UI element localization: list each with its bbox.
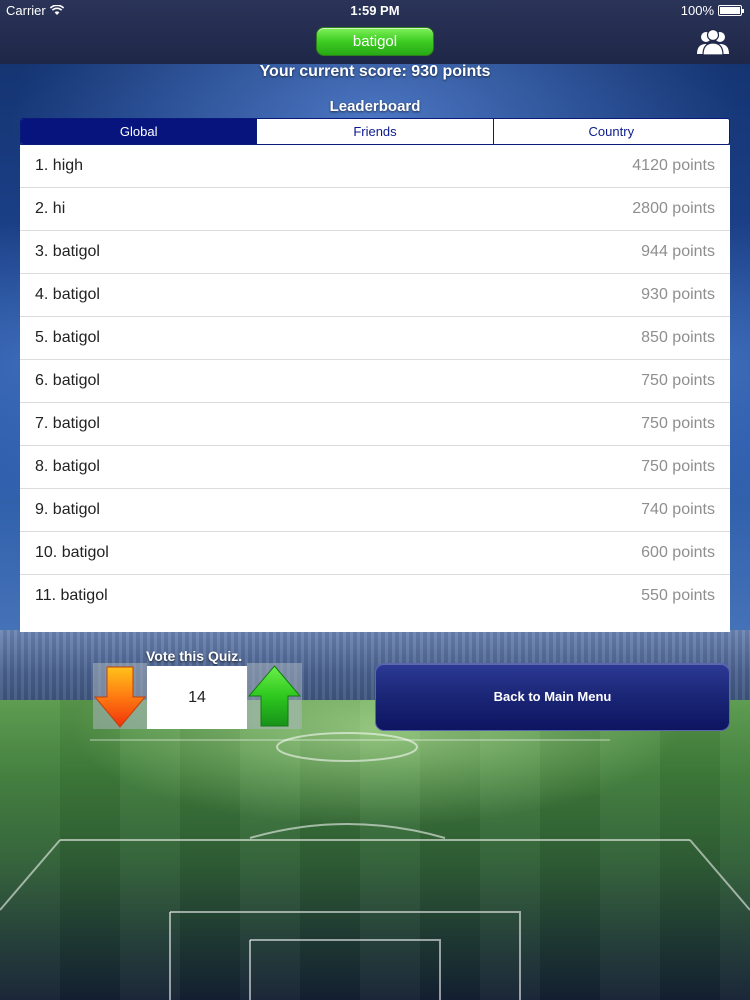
back-to-main-menu-button[interactable]: Back to Main Menu <box>375 663 730 731</box>
player-points: 850 points <box>641 329 715 346</box>
player-name: 5. batigol <box>35 329 100 346</box>
table-row: 6. batigol 750 points <box>20 360 730 403</box>
username-button[interactable]: batigol <box>316 27 434 56</box>
player-points: 740 points <box>641 501 715 518</box>
player-points: 750 points <box>641 372 715 389</box>
friends-icon[interactable] <box>696 28 730 56</box>
player-name: 4. batigol <box>35 286 100 303</box>
player-name: 6. batigol <box>35 372 100 389</box>
table-row: 3. batigol 944 points <box>20 231 730 274</box>
player-points: 2800 points <box>632 200 715 217</box>
player-points: 4120 points <box>632 157 715 174</box>
table-row: 4. batigol 930 points <box>20 274 730 317</box>
player-points: 600 points <box>641 544 715 561</box>
navigation-bar: Carrier 1:59 PM 100% batigol <box>0 0 750 64</box>
table-row: 9. batigol 740 points <box>20 489 730 532</box>
current-score: Your current score: 930 points <box>259 63 491 80</box>
table-row: 5. batigol 850 points <box>20 317 730 360</box>
arrow-down-icon <box>93 666 147 728</box>
vote-label: Vote this Quiz. <box>146 648 243 664</box>
player-name: 10. batigol <box>35 544 109 561</box>
status-time: 1:59 PM <box>350 3 400 18</box>
table-row: 10. batigol 600 points <box>20 532 730 575</box>
tab-global[interactable]: Global <box>21 119 258 144</box>
battery-percent: 100% <box>680 3 714 18</box>
leaderboard-title: Leaderboard <box>329 98 421 115</box>
battery-icon <box>718 5 744 16</box>
vote-count: 14 <box>147 666 247 729</box>
table-row: 8. batigol 750 points <box>20 446 730 489</box>
player-name: 3. batigol <box>35 243 100 260</box>
player-name: 1. high <box>35 157 84 174</box>
battery-indicator: 100% <box>680 3 744 18</box>
arrow-up-icon <box>247 665 302 727</box>
table-row: 11. batigol 550 points <box>20 575 730 618</box>
table-row: 1. high 4120 points <box>20 145 730 188</box>
leaderboard-tabs: Global Friends Country <box>20 118 730 145</box>
player-points: 550 points <box>641 587 715 604</box>
player-name: 7. batigol <box>35 415 100 432</box>
player-points: 750 points <box>641 415 715 432</box>
player-points: 750 points <box>641 458 715 475</box>
player-name: 8. batigol <box>35 458 100 475</box>
leaderboard-list[interactable]: 1. high 4120 points 2. hi 2800 points 3.… <box>20 145 730 632</box>
pitch-lines <box>0 732 750 1000</box>
vote-down-button[interactable] <box>93 663 147 729</box>
player-name: 11. batigol <box>35 587 108 604</box>
tab-country[interactable]: Country <box>493 119 729 144</box>
vote-up-button[interactable] <box>247 663 302 729</box>
player-points: 944 points <box>641 243 715 260</box>
status-bar: Carrier 1:59 PM 100% <box>0 0 750 22</box>
player-name: 9. batigol <box>35 501 100 518</box>
player-name: 2. hi <box>35 200 66 217</box>
table-row: 7. batigol 750 points <box>20 403 730 446</box>
tab-friends[interactable]: Friends <box>257 119 494 144</box>
player-points: 930 points <box>641 286 715 303</box>
table-row: 2. hi 2800 points <box>20 188 730 231</box>
